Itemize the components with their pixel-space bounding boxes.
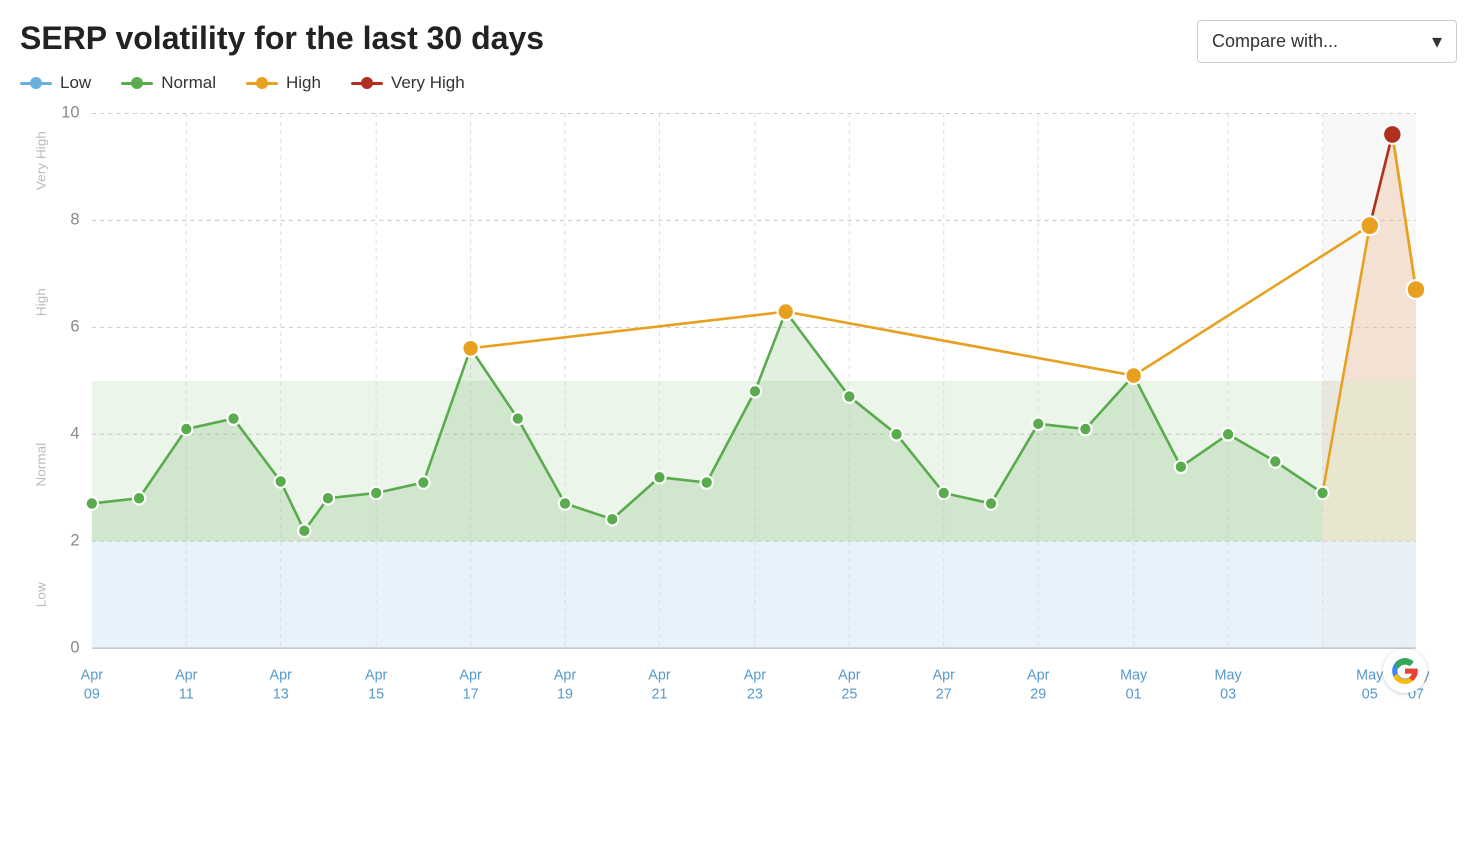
dot-high-3 [1125, 367, 1141, 384]
dot-5 [298, 524, 310, 537]
dot-22 [1222, 428, 1234, 441]
dot-0 [86, 497, 98, 510]
y-label-8: 8 [70, 209, 79, 228]
legend-label-very-high: Very High [391, 73, 465, 93]
x-label-apr09: Apr [81, 667, 104, 683]
dot-high-1 [462, 340, 478, 357]
page-title: SERP volatility for the last 30 days [20, 20, 544, 57]
dot-14 [749, 385, 761, 398]
x-label-apr19: Apr [554, 667, 577, 683]
dot-3 [227, 412, 239, 425]
x-label-may01-2: 01 [1126, 686, 1142, 702]
google-g-icon [1391, 657, 1419, 685]
dot-17 [938, 487, 950, 500]
legend-item-high: High [246, 73, 321, 93]
x-label-apr25: Apr [838, 667, 861, 683]
x-label-apr11-2: 11 [179, 686, 194, 702]
x-label-may05-2: 05 [1362, 686, 1378, 702]
chevron-down-icon: ▾ [1432, 29, 1442, 54]
dot-24 [1316, 487, 1328, 500]
x-label-apr25-2: 25 [841, 686, 857, 702]
y-label-10: 10 [61, 103, 79, 122]
legend-icon-very-high [351, 76, 383, 90]
dot-15 [843, 390, 855, 403]
dot-16 [890, 428, 902, 441]
x-label-apr21: Apr [648, 667, 671, 683]
low-band [92, 541, 1416, 648]
x-label-apr27-2: 27 [936, 686, 952, 702]
x-label-apr29-2: 29 [1030, 686, 1046, 702]
x-label-may01: May [1120, 667, 1148, 683]
legend-label-normal: Normal [161, 73, 216, 93]
dot-7 [370, 487, 382, 500]
x-label-apr17: Apr [459, 667, 482, 683]
chart-container: 0 2 4 6 8 10 Low Normal High Very High [20, 103, 1457, 753]
x-label-apr13: Apr [270, 667, 293, 683]
x-label-apr21-2: 21 [651, 686, 667, 702]
legend-label-low: Low [60, 73, 91, 93]
orange-line [471, 134, 1416, 375]
x-label-apr19-2: 19 [557, 686, 573, 702]
chart-legend: Low Normal High Very High [20, 73, 1457, 93]
x-label-may03-2: 03 [1220, 686, 1236, 702]
x-label-may03: May [1215, 667, 1243, 683]
legend-icon-normal [121, 76, 153, 90]
dot-very-high-may06 [1383, 125, 1401, 144]
x-label-apr27: Apr [933, 667, 956, 683]
x-label-apr13-2: 13 [273, 686, 289, 702]
y-label-6: 6 [70, 316, 79, 335]
dot-2 [180, 423, 192, 436]
x-label-apr09-2: 09 [84, 686, 100, 702]
compare-label: Compare with... [1212, 31, 1338, 52]
google-logo [1383, 649, 1427, 693]
x-label-may05: May [1356, 667, 1384, 683]
band-label-low: Low [34, 582, 49, 607]
x-label-apr29: Apr [1027, 667, 1050, 683]
dot-13 [701, 476, 713, 489]
dot-18 [985, 497, 997, 510]
x-label-apr23-2: 23 [747, 686, 763, 702]
dot-4 [275, 475, 287, 488]
x-label-apr15: Apr [365, 667, 388, 683]
x-label-apr23: Apr [744, 667, 767, 683]
dot-high-2 [778, 303, 794, 320]
x-label-apr17-2: 17 [463, 686, 479, 702]
dot-high-may07 [1407, 280, 1425, 299]
legend-item-very-high: Very High [351, 73, 465, 93]
x-label-apr11: Apr [175, 667, 198, 683]
dot-20 [1079, 423, 1091, 436]
dot-19 [1032, 418, 1044, 431]
dot-high-may05 [1361, 216, 1379, 235]
dot-23 [1269, 455, 1281, 468]
legend-label-high: High [286, 73, 321, 93]
dot-9 [512, 412, 524, 425]
legend-item-normal: Normal [121, 73, 216, 93]
band-label-normal: Normal [34, 443, 49, 487]
y-label-0: 0 [70, 637, 79, 656]
compare-dropdown[interactable]: Compare with... ▾ [1197, 20, 1457, 63]
dot-21 [1175, 461, 1187, 474]
dot-1 [133, 492, 145, 505]
dot-12 [653, 471, 665, 484]
volatility-chart: 0 2 4 6 8 10 Low Normal High Very High [20, 103, 1457, 753]
band-label-very-high: Very High [34, 131, 49, 190]
y-label-2: 2 [70, 530, 79, 549]
dot-8 [417, 476, 429, 489]
legend-item-low: Low [20, 73, 91, 93]
x-label-apr15-2: 15 [368, 686, 384, 702]
legend-icon-high [246, 76, 278, 90]
dot-11 [606, 513, 618, 526]
dot-10 [559, 497, 571, 510]
dot-6 [322, 492, 334, 505]
legend-icon-low [20, 76, 52, 90]
band-label-high: High [34, 288, 49, 316]
y-label-4: 4 [70, 423, 79, 442]
